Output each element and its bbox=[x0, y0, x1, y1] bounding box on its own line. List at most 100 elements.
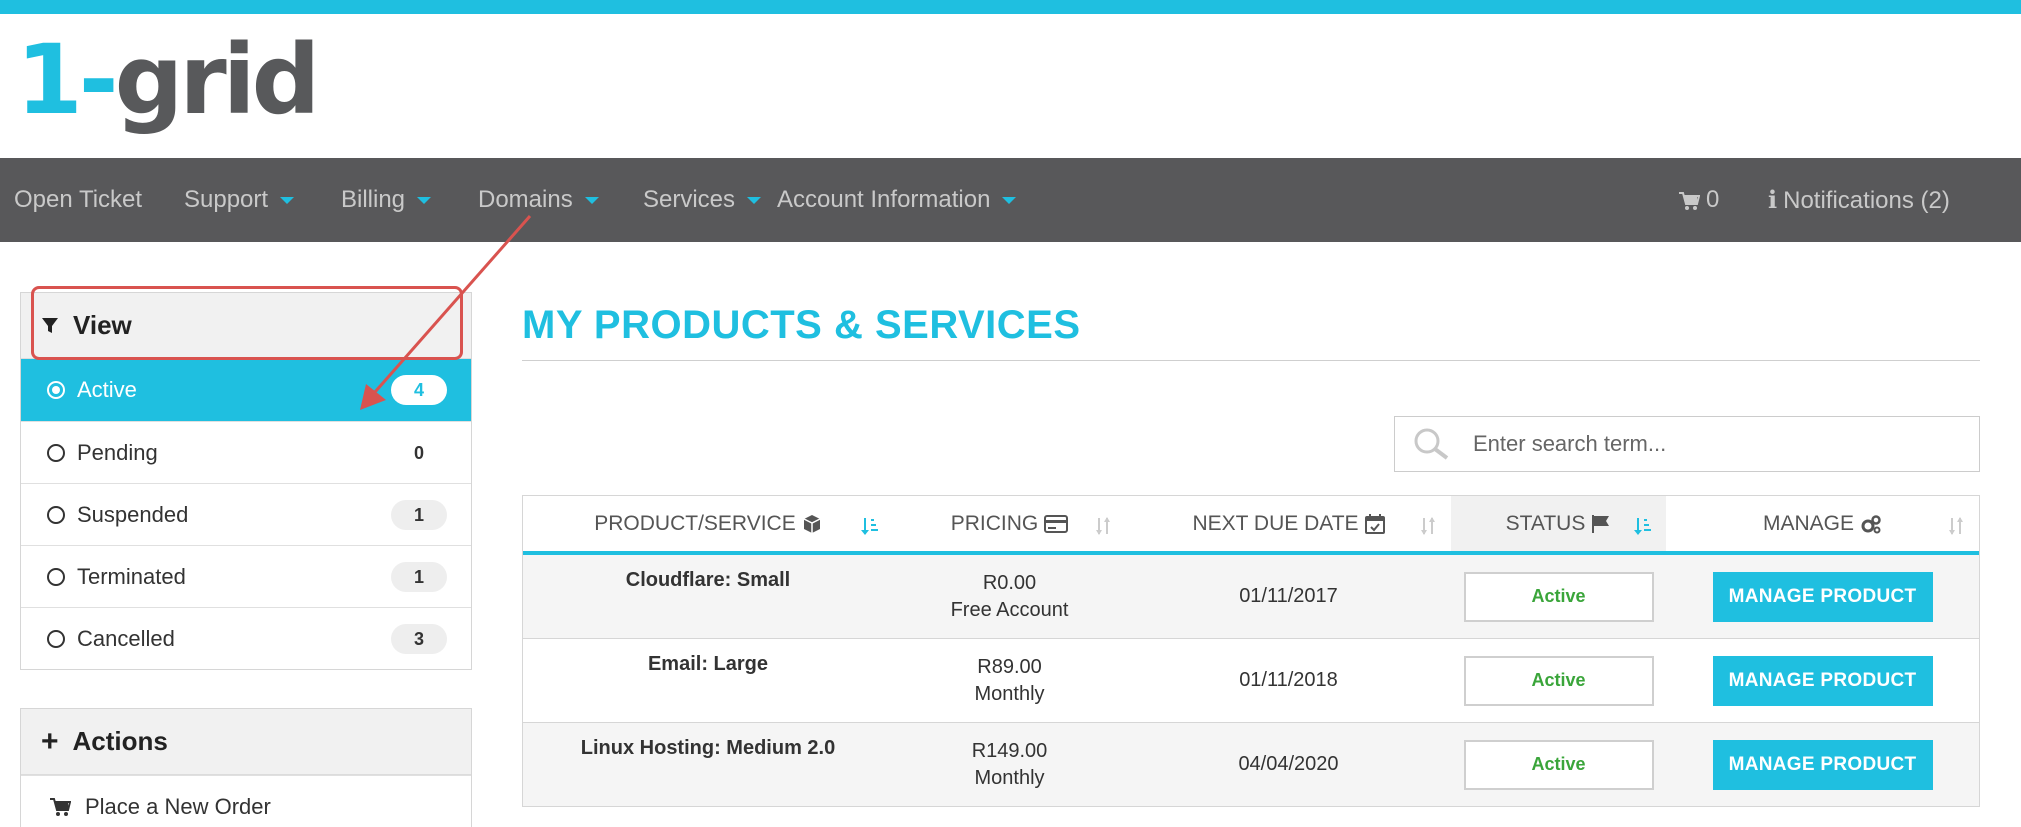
cube-icon bbox=[803, 514, 821, 533]
view-item-pending[interactable]: Pending 0 bbox=[21, 421, 471, 483]
gears-icon bbox=[1861, 514, 1881, 533]
actions-panel-title: Actions bbox=[72, 726, 168, 756]
search-input[interactable] bbox=[1473, 431, 1913, 457]
billing-cycle: Monthly bbox=[974, 766, 1045, 789]
view-item-label: Active bbox=[77, 377, 137, 402]
sort-active-icon bbox=[861, 518, 878, 535]
sort-icon bbox=[1096, 517, 1110, 535]
main-navbar: Open Ticket Support Billing Domains Serv… bbox=[0, 158, 2021, 242]
manage-product-button[interactable]: MANAGE PRODUCT bbox=[1712, 739, 1933, 790]
product-name: Linux Hosting: Medium 2.0 bbox=[580, 737, 836, 759]
nav-label: Billing bbox=[341, 186, 406, 213]
calendar-icon bbox=[1364, 513, 1385, 534]
manage-cell: MANAGE PRODUCT bbox=[1666, 555, 1979, 638]
sort-icon bbox=[1421, 517, 1435, 535]
price: R89.00 bbox=[977, 655, 1042, 678]
view-item-terminated[interactable]: Terminated 1 bbox=[21, 545, 471, 607]
table-row[interactable]: Cloudflare: Small R0.00 Free Account 01/… bbox=[523, 555, 1979, 639]
product-name: Email: Large bbox=[647, 653, 769, 675]
billing-cycle: Free Account bbox=[950, 598, 1069, 621]
view-item-active[interactable]: Active 4 bbox=[21, 359, 471, 421]
nav-account-information[interactable]: Account Information bbox=[777, 158, 1017, 242]
chevron-down-icon bbox=[584, 197, 599, 205]
nav-label: Open Ticket bbox=[14, 186, 143, 213]
search-box[interactable] bbox=[1394, 416, 1980, 472]
count-badge: 1 bbox=[391, 500, 447, 530]
chevron-down-icon bbox=[747, 197, 762, 205]
nav-services[interactable]: Services bbox=[643, 158, 762, 242]
billing-cycle: Monthly bbox=[974, 682, 1045, 705]
nav-support[interactable]: Support bbox=[184, 158, 295, 242]
column-status[interactable]: STATUS bbox=[1451, 496, 1666, 551]
nav-cart[interactable]: 0 bbox=[1678, 158, 1719, 242]
table-row[interactable]: Linux Hosting: Medium 2.0 R149.00 Monthl… bbox=[523, 723, 1979, 807]
chevron-down-icon bbox=[1002, 197, 1017, 205]
count-badge: 0 bbox=[413, 443, 424, 463]
logo-accent: 1- bbox=[16, 24, 119, 136]
count-badge: 1 bbox=[391, 562, 447, 592]
status-badge: Active bbox=[1463, 739, 1654, 790]
view-item-label: Suspended bbox=[77, 501, 189, 527]
column-label: NEXT DUE DATE bbox=[1192, 511, 1359, 535]
flag-icon bbox=[1592, 514, 1610, 533]
search-icon bbox=[1414, 428, 1449, 460]
top-accent-bar bbox=[0, 0, 2021, 14]
manage-product-button[interactable]: MANAGE PRODUCT bbox=[1712, 571, 1933, 622]
due-date: 04/04/2020 bbox=[1238, 753, 1339, 775]
pricing-cell: R89.00 Monthly bbox=[893, 639, 1126, 722]
action-place-new-order[interactable]: Place a New Order bbox=[21, 775, 471, 827]
status-badge: Active bbox=[1463, 571, 1654, 622]
column-label: STATUS bbox=[1505, 511, 1586, 535]
nav-billing[interactable]: Billing bbox=[341, 158, 432, 242]
page-title: MY PRODUCTS & SERVICES bbox=[522, 303, 1081, 347]
nav-notifications[interactable]: i Notifications (2) bbox=[1768, 158, 1950, 242]
sort-icon bbox=[1949, 517, 1963, 535]
nav-domains[interactable]: Domains bbox=[478, 158, 599, 242]
column-next-due-date[interactable]: NEXT DUE DATE bbox=[1126, 496, 1451, 551]
column-label: PRICING bbox=[950, 511, 1039, 535]
radio-selected-icon bbox=[47, 381, 65, 399]
status-cell: Active bbox=[1451, 555, 1666, 638]
column-product-service[interactable]: PRODUCT/SERVICE bbox=[523, 496, 893, 551]
highlight-box bbox=[31, 286, 463, 360]
table-row[interactable]: Email: Large R89.00 Monthly 01/11/2018 A… bbox=[523, 639, 1979, 723]
view-item-suspended[interactable]: Suspended 1 bbox=[21, 483, 471, 545]
manage-cell: MANAGE PRODUCT bbox=[1666, 639, 1979, 722]
nav-label: Account Information bbox=[777, 186, 991, 213]
due-date: 01/11/2017 bbox=[1239, 585, 1338, 607]
price: R149.00 bbox=[971, 739, 1048, 762]
column-pricing[interactable]: PRICING bbox=[893, 496, 1126, 551]
due-date: 01/11/2018 bbox=[1239, 669, 1338, 691]
chevron-down-icon bbox=[417, 197, 432, 205]
manage-product-button[interactable]: MANAGE PRODUCT bbox=[1712, 655, 1933, 706]
view-item-cancelled[interactable]: Cancelled 3 bbox=[21, 607, 471, 669]
cart-count: 0 bbox=[1706, 186, 1720, 213]
radio-icon bbox=[47, 443, 65, 462]
chevron-down-icon bbox=[280, 197, 295, 205]
actions-panel-header: + Actions bbox=[21, 709, 471, 775]
radio-icon bbox=[47, 629, 65, 648]
logo[interactable]: 1- grid bbox=[16, 24, 321, 142]
status-cell: Active bbox=[1451, 639, 1666, 722]
credit-card-icon bbox=[1044, 514, 1069, 533]
nav-open-ticket[interactable]: Open Ticket bbox=[14, 158, 142, 242]
logo-text: grid bbox=[114, 24, 321, 136]
column-label: MANAGE bbox=[1762, 511, 1854, 535]
action-label: Place a New Order bbox=[85, 793, 271, 819]
title-divider bbox=[522, 360, 1980, 361]
status-badge: Active bbox=[1463, 655, 1654, 706]
view-item-label: Cancelled bbox=[77, 625, 175, 651]
table-header: PRODUCT/SERVICE PRICING NEXT DUE DATE ST… bbox=[523, 495, 1979, 555]
products-table: PRODUCT/SERVICE PRICING NEXT DUE DATE ST… bbox=[522, 495, 1980, 807]
view-item-label: Pending bbox=[77, 439, 158, 465]
manage-cell: MANAGE PRODUCT bbox=[1666, 723, 1979, 806]
count-badge: 3 bbox=[391, 624, 447, 654]
pricing-cell: R0.00 Free Account bbox=[893, 555, 1126, 638]
actions-panel: + Actions Place a New Order bbox=[20, 708, 472, 827]
product-name: Cloudflare: Small bbox=[625, 569, 791, 591]
plus-icon: + bbox=[41, 724, 59, 758]
notifications-label: Notifications (2) bbox=[1783, 187, 1950, 214]
cart-icon bbox=[1679, 191, 1700, 210]
column-manage[interactable]: MANAGE bbox=[1666, 496, 1979, 551]
view-item-label: Terminated bbox=[77, 563, 186, 589]
